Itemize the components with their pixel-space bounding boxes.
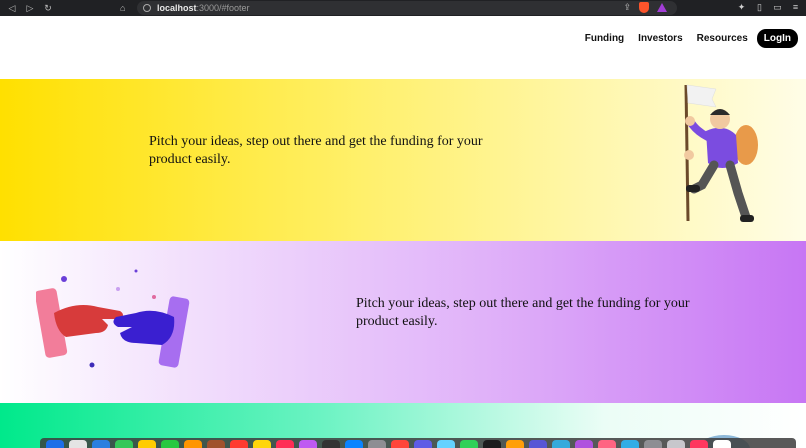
dock-app-icon[interactable] <box>276 440 294 448</box>
browser-toolbar: ◁ ▷ ↻ ⌂ localhost:3000/#footer ⇪ ✦ ▯ ▭ ≡ <box>0 0 806 16</box>
nav-funding-link[interactable]: Funding <box>585 33 624 44</box>
login-button[interactable]: LogIn <box>756 29 798 48</box>
dock-app-icon[interactable] <box>575 440 593 448</box>
wallet-icon[interactable]: ▭ <box>773 2 782 12</box>
dock-app-icon[interactable] <box>713 440 731 448</box>
extensions-icon[interactable]: ✦ <box>737 2 746 12</box>
brave-shield-icon[interactable] <box>639 2 649 13</box>
dock-app-icon[interactable] <box>529 440 547 448</box>
dock-app-icon[interactable] <box>115 440 133 448</box>
dock-app-icon[interactable] <box>460 440 478 448</box>
dock-app-icon[interactable] <box>414 440 432 448</box>
dock-app-icon[interactable] <box>552 440 570 448</box>
url-host: localhost <box>157 3 197 13</box>
dock-app-icon[interactable] <box>69 440 87 448</box>
share-icon[interactable]: ⇪ <box>623 2 631 13</box>
nav-investors-link[interactable]: Investors <box>638 33 682 44</box>
forward-icon[interactable]: ▷ <box>25 3 35 14</box>
dock-app-icon[interactable] <box>621 440 639 448</box>
dock-app-icon[interactable] <box>46 440 64 448</box>
reload-icon[interactable]: ↻ <box>43 3 53 14</box>
sidebar-icon[interactable]: ▯ <box>755 2 764 12</box>
dock-app-icon[interactable] <box>299 440 317 448</box>
browser-nav-buttons: ◁ ▷ ↻ <box>0 3 118 14</box>
address-bar[interactable]: localhost:3000/#footer ⇪ <box>137 1 677 15</box>
nav-resources-link[interactable]: Resources <box>697 33 748 44</box>
dock-app-icon[interactable] <box>667 440 685 448</box>
section-pitch-purple: Pitch your ideas, step out there and get… <box>0 241 806 403</box>
dock-app-icon[interactable] <box>483 440 501 448</box>
main-nav: Funding Investors Resources LogIn <box>571 29 798 48</box>
back-icon[interactable]: ◁ <box>7 3 17 14</box>
dock-app-icon[interactable] <box>437 440 455 448</box>
dock-app-icon[interactable] <box>506 440 524 448</box>
section-text: Pitch your ideas, step out there and get… <box>149 134 483 167</box>
dock-app-icon[interactable] <box>184 440 202 448</box>
dock-app-icon[interactable] <box>345 440 363 448</box>
dock-app-icon[interactable] <box>253 440 271 448</box>
browser-actions: ✦ ▯ ▭ ≡ <box>737 2 800 12</box>
dock-app-icon[interactable] <box>322 440 340 448</box>
site-header: Funding Investors Resources LogIn <box>0 16 806 79</box>
dock-app-icon[interactable] <box>368 440 386 448</box>
site-info-icon[interactable] <box>143 4 151 12</box>
dock-app-icon[interactable] <box>391 440 409 448</box>
dock-app-icon[interactable] <box>644 440 662 448</box>
handshake-phones-illustration <box>36 269 190 368</box>
section-text: Pitch your ideas, step out there and get… <box>356 296 690 329</box>
dock-app-icon[interactable] <box>230 440 248 448</box>
url-path: :3000/#footer <box>196 3 250 13</box>
bookmark-icon[interactable]: ⌂ <box>120 3 134 13</box>
dock-app-icon[interactable] <box>598 440 616 448</box>
section-pitch-yellow: Pitch your ideas, step out there and get… <box>0 79 806 241</box>
dock-app-icon[interactable] <box>161 440 179 448</box>
dock-app-icon[interactable] <box>92 440 110 448</box>
dock-app-icon[interactable] <box>690 440 708 448</box>
hiker-with-flag-illustration <box>684 84 758 222</box>
dock-app-icon[interactable] <box>207 440 225 448</box>
brave-rewards-icon[interactable] <box>657 3 667 12</box>
menu-icon[interactable]: ≡ <box>791 2 800 12</box>
macos-dock <box>40 438 796 448</box>
dock-app-icon[interactable] <box>138 440 156 448</box>
